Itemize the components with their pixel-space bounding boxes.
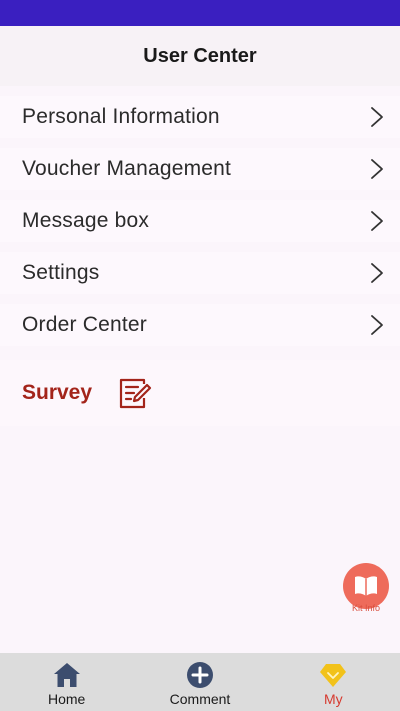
menu-item-settings[interactable]: Settings xyxy=(0,252,400,294)
menu-item-voucher-management[interactable]: Voucher Management xyxy=(0,148,400,190)
edit-document-icon xyxy=(119,378,152,409)
menu-item-label: Order Center xyxy=(22,313,147,336)
kit-info-label: Kit Info xyxy=(351,603,380,613)
menu-list: Personal Information Voucher Management … xyxy=(0,96,400,356)
plus-circle-icon xyxy=(186,662,213,688)
chevron-right-icon xyxy=(371,107,383,127)
header: User Center xyxy=(0,26,400,86)
page-title: User Center xyxy=(143,44,257,67)
chevron-right-icon xyxy=(371,159,383,179)
menu-item-order-center[interactable]: Order Center xyxy=(0,304,400,346)
survey-label: Survey xyxy=(22,381,93,404)
survey-button[interactable]: Survey xyxy=(0,360,400,426)
book-icon xyxy=(355,576,377,596)
diamond-icon xyxy=(320,664,347,687)
nav-item-comment[interactable]: Comment xyxy=(133,653,266,711)
nav-item-my[interactable]: My xyxy=(267,653,400,711)
chevron-right-icon xyxy=(371,211,383,231)
menu-item-personal-information[interactable]: Personal Information xyxy=(0,96,400,138)
bottom-nav: Home Comment My xyxy=(0,653,400,711)
nav-label: Home xyxy=(47,691,86,707)
nav-label: Comment xyxy=(169,691,231,707)
menu-item-label: Settings xyxy=(22,261,100,284)
nav-item-home[interactable]: Home xyxy=(0,653,133,711)
menu-item-message-box[interactable]: Message box xyxy=(0,200,400,242)
home-icon xyxy=(53,663,80,687)
kit-info-button[interactable]: Kit Info xyxy=(343,563,389,621)
menu-item-label: Message box xyxy=(22,209,150,232)
status-bar xyxy=(0,0,400,26)
chevron-right-icon xyxy=(371,315,383,335)
chevron-right-icon xyxy=(371,263,383,283)
menu-item-label: Voucher Management xyxy=(22,157,232,180)
nav-label: My xyxy=(323,691,343,707)
menu-item-label: Personal Information xyxy=(22,105,220,128)
